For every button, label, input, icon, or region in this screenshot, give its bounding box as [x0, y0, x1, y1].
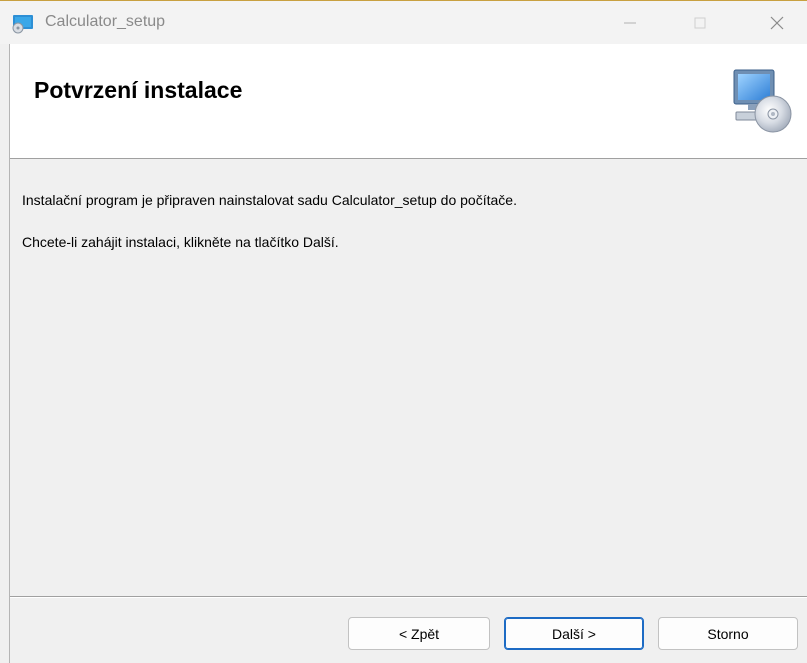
maximize-icon: [694, 17, 706, 29]
footer-divider-highlight: [10, 597, 807, 598]
back-button[interactable]: < Zpět: [348, 617, 490, 650]
page-title: Potvrzení instalace: [34, 77, 243, 103]
close-button[interactable]: [747, 1, 807, 45]
content-area: Instalační program je připraven nainstal…: [10, 160, 807, 596]
close-icon: [770, 16, 784, 30]
minimize-button[interactable]: [600, 1, 660, 45]
installer-app-icon: [12, 15, 33, 34]
maximize-button[interactable]: [670, 1, 730, 45]
cancel-button[interactable]: Storno: [658, 617, 798, 650]
window-title: Calculator_setup: [45, 13, 166, 30]
header-banner: Potvrzení instalace: [10, 44, 807, 159]
computer-with-disc-icon: [733, 69, 792, 133]
title-bar[interactable]: Calculator_setup: [0, 0, 807, 44]
instruction-message: Chcete-li zahájit instalaci, klikněte na…: [22, 234, 339, 250]
minimize-icon: [624, 22, 636, 24]
window-left-edge: [0, 44, 9, 663]
next-button[interactable]: Další >: [504, 617, 644, 650]
ready-message: Instalační program je připraven nainstal…: [22, 192, 517, 208]
